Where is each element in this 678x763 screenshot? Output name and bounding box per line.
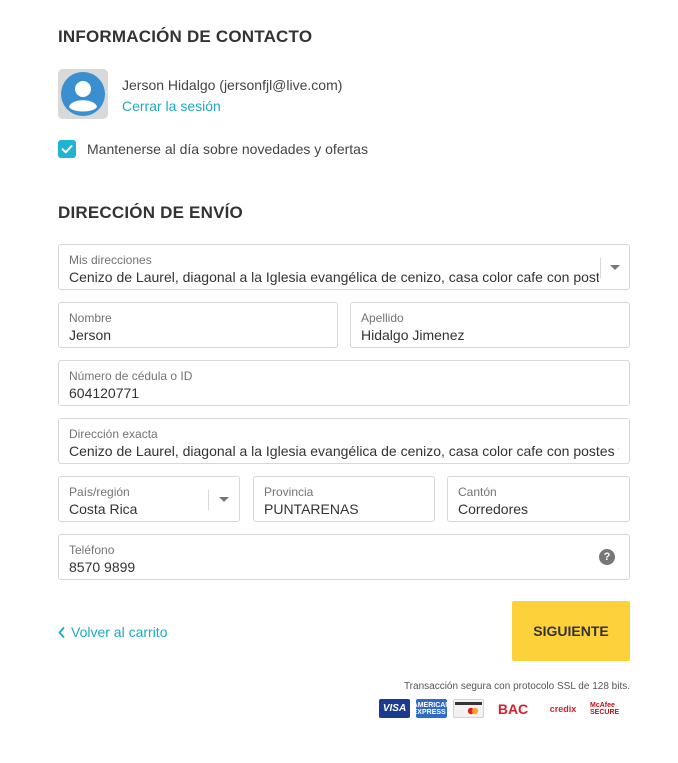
chevron-down-icon xyxy=(219,497,229,502)
id-number-label: Número de cédula o ID xyxy=(69,369,193,383)
logout-link[interactable]: Cerrar la sesión xyxy=(122,98,221,114)
select-divider xyxy=(208,490,209,510)
saved-addresses-value: Cenizo de Laurel, diagonal a la Iglesia … xyxy=(69,269,599,285)
last-name-value: Hidalgo Jimenez xyxy=(361,327,465,343)
amex-logo-icon: AMERICAN EXPRESS xyxy=(416,699,447,718)
province-field[interactable]: Provincia PUNTARENAS xyxy=(253,476,435,522)
contact-section-title: INFORMACIÓN DE CONTACTO xyxy=(58,27,313,46)
canton-label: Cantón xyxy=(458,485,497,499)
province-label: Provincia xyxy=(264,485,314,499)
newsletter-checkbox[interactable] xyxy=(58,140,76,158)
credix-logo-icon: credix xyxy=(549,703,577,714)
user-avatar-icon xyxy=(58,69,108,119)
phone-field[interactable]: Teléfono 8570 9899 ? xyxy=(58,534,630,580)
address-field[interactable]: Dirección exacta Cenizo de Laurel, diago… xyxy=(58,418,630,464)
saved-addresses-label: Mis direcciones xyxy=(69,253,152,267)
chevron-left-icon xyxy=(58,624,65,640)
address-label: Dirección exacta xyxy=(69,427,158,441)
help-icon[interactable]: ? xyxy=(599,549,615,565)
newsletter-label: Mantenerse al día sobre novedades y ofer… xyxy=(87,141,368,157)
shipping-section-title: DIRECCIÓN DE ENVÍO xyxy=(58,203,243,222)
canton-field[interactable]: Cantón Corredores xyxy=(447,476,630,522)
phone-value: 8570 9899 xyxy=(69,559,136,575)
payment-logos: VISA AMERICAN EXPRESS BAC credix McAfee … xyxy=(379,699,630,718)
country-select[interactable]: País/región Costa Rica xyxy=(58,476,240,522)
chevron-down-icon xyxy=(610,265,620,270)
address-value: Cenizo de Laurel, diagonal a la Iglesia … xyxy=(69,443,619,459)
country-value: Costa Rica xyxy=(69,501,138,517)
ssl-notice: Transacción segura con protocolo SSL de … xyxy=(403,681,630,692)
back-to-cart-label: Volver al carrito xyxy=(71,624,168,640)
first-name-field[interactable]: Nombre Jerson xyxy=(58,302,338,348)
first-name-value: Jerson xyxy=(69,327,112,343)
select-divider xyxy=(600,258,601,278)
country-label: País/región xyxy=(69,485,130,499)
first-name-label: Nombre xyxy=(69,311,112,325)
mastercard-circles-icon xyxy=(455,702,482,715)
canton-value: Corredores xyxy=(458,501,529,517)
avatar xyxy=(58,69,108,119)
saved-addresses-select[interactable]: Mis direcciones Cenizo de Laurel, diagon… xyxy=(58,244,630,290)
visa-logo-icon: VISA xyxy=(379,699,410,718)
checkmark-icon xyxy=(61,145,73,154)
bac-logo-icon: BAC xyxy=(497,700,529,717)
id-number-field[interactable]: Número de cédula o ID 604120771 xyxy=(58,360,630,406)
last-name-field[interactable]: Apellido Hidalgo Jimenez xyxy=(350,302,630,348)
next-button[interactable]: SIGUIENTE xyxy=(512,601,630,661)
province-value: PUNTARENAS xyxy=(264,501,359,517)
back-to-cart-link[interactable]: Volver al carrito xyxy=(58,624,167,640)
mastercard-logo-icon xyxy=(453,699,484,718)
user-name: Jerson Hidalgo (jersonfjl@live.com) xyxy=(122,77,343,93)
mcafee-secure-logo-icon: McAfee SECURE xyxy=(590,701,620,716)
phone-label: Teléfono xyxy=(69,543,115,557)
id-number-value: 604120771 xyxy=(69,385,140,401)
last-name-label: Apellido xyxy=(361,311,404,325)
